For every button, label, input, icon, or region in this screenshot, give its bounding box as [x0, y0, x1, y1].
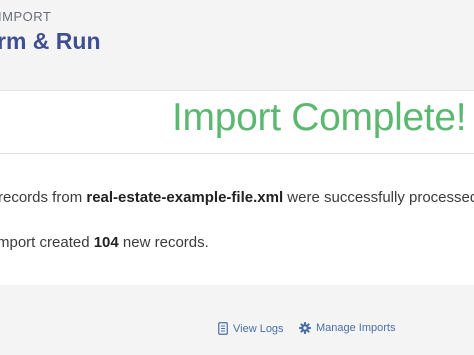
manage-imports-link[interactable]: Manage Imports	[299, 322, 395, 334]
import-filename: real-estate-example-file.xml	[86, 189, 284, 206]
message-prefix: records from	[0, 189, 87, 206]
message-suffix: were successfully processed.	[283, 189, 474, 206]
view-logs-label: View Logs	[233, 322, 284, 335]
message-prefix: mport created	[0, 234, 94, 251]
page-title: rm & Run	[0, 28, 101, 54]
message-suffix: new records.	[118, 234, 209, 251]
view-logs-link[interactable]: View Logs	[218, 322, 284, 335]
created-count: 104	[93, 234, 119, 251]
document-list-icon	[218, 322, 228, 335]
import-result-card: Import Complete! records from real-estat…	[0, 90, 474, 286]
page-header: IMPORT rm & Run	[0, 0, 474, 90]
divider	[0, 153, 474, 154]
footer-actions: View Logs Manage Imports	[0, 285, 474, 355]
import-complete-heading: Import Complete!	[172, 96, 467, 139]
processed-records-message: records from real-estate-example-file.xm…	[0, 189, 474, 206]
manage-imports-label: Manage Imports	[316, 322, 396, 334]
created-records-message: mport created 104 new records.	[0, 234, 209, 251]
gear-icon	[299, 322, 311, 334]
header-eyebrow: IMPORT	[0, 9, 52, 24]
